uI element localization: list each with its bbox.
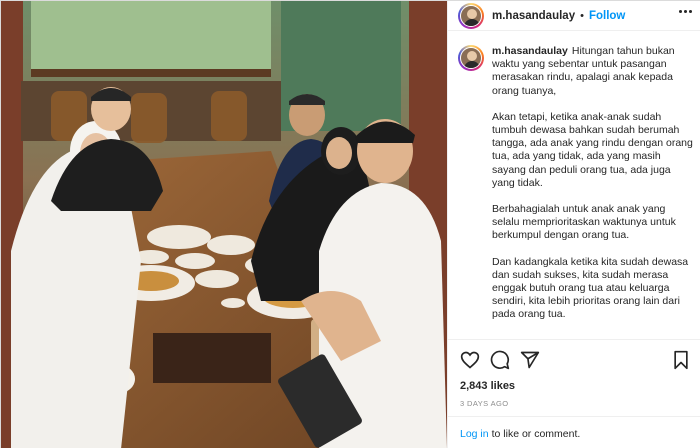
caption-paragraph-1: m.hasandaulay Hitungan tahun bukan waktu … xyxy=(492,45,694,98)
post-photo[interactable] xyxy=(1,1,447,448)
instagram-post-frame: m.hasandaulay • Follow m.hasandaulay Hitu… xyxy=(0,0,700,448)
share-icon[interactable] xyxy=(520,350,540,370)
caption-paragraph-4: Dan kadangkala ketika kita sudah dewasa … xyxy=(492,255,689,321)
post-actions: 2,843 likes 3 DAYS AGO Log in to like or… xyxy=(448,339,700,448)
avatar-image xyxy=(460,4,482,27)
post-timestamp[interactable]: 3 DAYS AGO xyxy=(460,399,508,408)
caption-paragraph-3: Berbahagialah untuk anak anak yang selal… xyxy=(492,203,676,242)
action-row xyxy=(460,350,690,370)
caption-avatar[interactable] xyxy=(458,45,484,71)
avatar[interactable] xyxy=(458,2,484,29)
separator-dot: • xyxy=(580,9,584,22)
follow-button[interactable]: Follow xyxy=(589,10,625,22)
caption-area[interactable]: m.hasandaulay Hitungan tahun bukan waktu … xyxy=(448,45,700,339)
caption-paragraph-2: Akan tetapi, ketika anak-anak sudah tumb… xyxy=(492,110,693,189)
caption-username[interactable]: m.hasandaulay xyxy=(492,45,568,57)
login-link[interactable]: Log in xyxy=(460,428,489,440)
photo-illustration xyxy=(1,1,447,448)
likes-count[interactable]: 2,843 likes xyxy=(460,380,515,392)
post-side-panel: m.hasandaulay • Follow m.hasandaulay Hitu… xyxy=(447,1,700,448)
bookmark-icon[interactable] xyxy=(672,350,690,370)
heart-icon[interactable] xyxy=(460,350,480,370)
login-prompt-text: to like or comment. xyxy=(491,427,581,440)
comment-icon[interactable] xyxy=(490,350,510,370)
username-link[interactable]: m.hasandaulay xyxy=(492,10,575,22)
caption-avatar-image xyxy=(460,47,482,69)
post-header: m.hasandaulay • Follow xyxy=(448,1,700,31)
more-options-icon[interactable] xyxy=(679,10,692,13)
login-prompt: Log in to like or comment. xyxy=(448,416,700,448)
caption-text: m.hasandaulay Hitungan tahun bukan waktu … xyxy=(492,45,694,339)
